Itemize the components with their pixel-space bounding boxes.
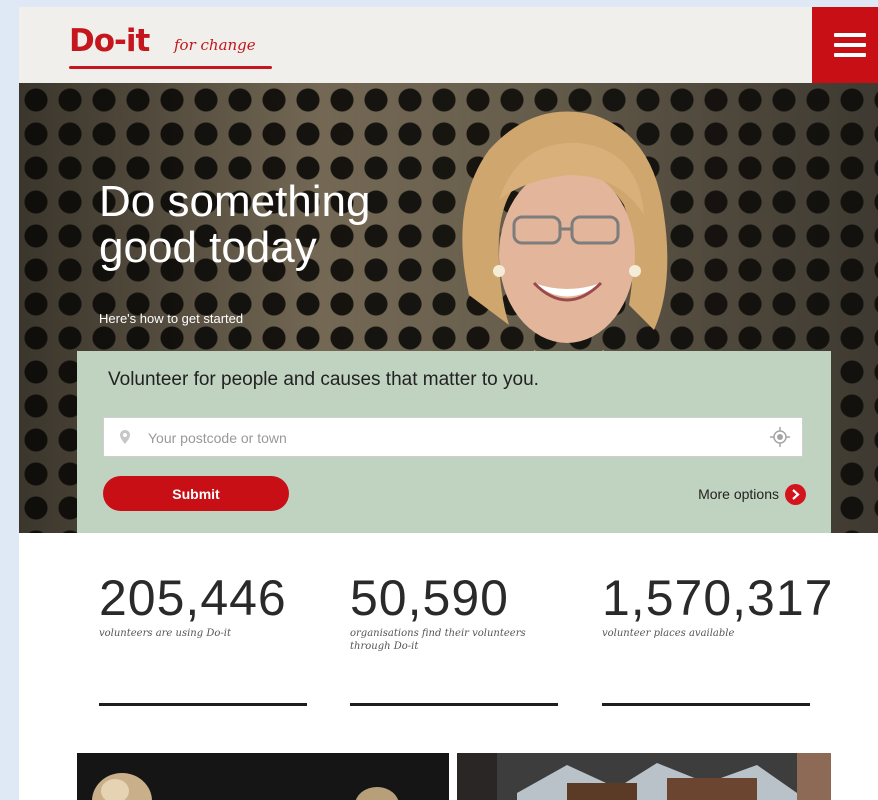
more-options-link[interactable]: More options <box>698 483 806 505</box>
menu-button[interactable] <box>812 7 878 83</box>
postcode-input[interactable] <box>146 418 750 458</box>
stat-places: 1,570,317 volunteer places available <box>602 571 833 640</box>
stat-organisations: 50,590 organisations find their voluntee… <box>350 571 530 653</box>
more-options-label: More options <box>698 486 779 502</box>
dogs-photo-image <box>92 773 399 800</box>
stat-label: organisations find their volunteers thro… <box>350 628 526 652</box>
hero-title: Do something good today <box>99 179 459 271</box>
stat-value: 1,570,317 <box>602 570 834 626</box>
stat-divider <box>99 703 307 706</box>
stat-divider <box>602 703 810 706</box>
stat-label: volunteer places available <box>602 628 735 639</box>
hero-subtitle: Here's how to get started <box>99 311 244 326</box>
stat-value: 205,446 <box>99 570 287 626</box>
logo-wordmark: Do-it <box>69 23 150 59</box>
submit-button[interactable]: Submit <box>103 476 289 511</box>
search-panel: Volunteer for people and causes that mat… <box>77 351 831 533</box>
stat-divider <box>350 703 558 706</box>
hero-title-line2: good today <box>99 223 317 272</box>
logo-tagline: for change <box>174 36 256 54</box>
logo-underline <box>69 66 272 69</box>
stat-value: 50,590 <box>350 570 509 626</box>
logo[interactable]: Do-it for change <box>69 21 279 71</box>
search-box <box>103 417 803 458</box>
page: Do-it for change Do something good today… <box>19 7 878 800</box>
hero-title-line1: Do something <box>99 177 371 226</box>
site-header: Do-it for change <box>19 7 878 83</box>
hamburger-icon <box>834 43 866 47</box>
map-pin-icon <box>120 430 130 444</box>
feature-card-image[interactable] <box>457 753 831 800</box>
stats-section: 205,446 volunteers are using Do-it 50,59… <box>19 533 878 743</box>
hamburger-icon <box>834 53 866 57</box>
cake-photo-image <box>457 753 831 800</box>
stat-label: volunteers are using Do-it <box>99 628 231 639</box>
search-heading: Volunteer for people and causes that mat… <box>108 369 539 390</box>
locate-icon[interactable] <box>770 427 790 447</box>
feature-card-image[interactable] <box>77 753 449 800</box>
hamburger-icon <box>834 33 866 37</box>
chevron-right-icon <box>785 483 806 505</box>
stat-volunteers: 205,446 volunteers are using Do-it <box>99 571 299 640</box>
